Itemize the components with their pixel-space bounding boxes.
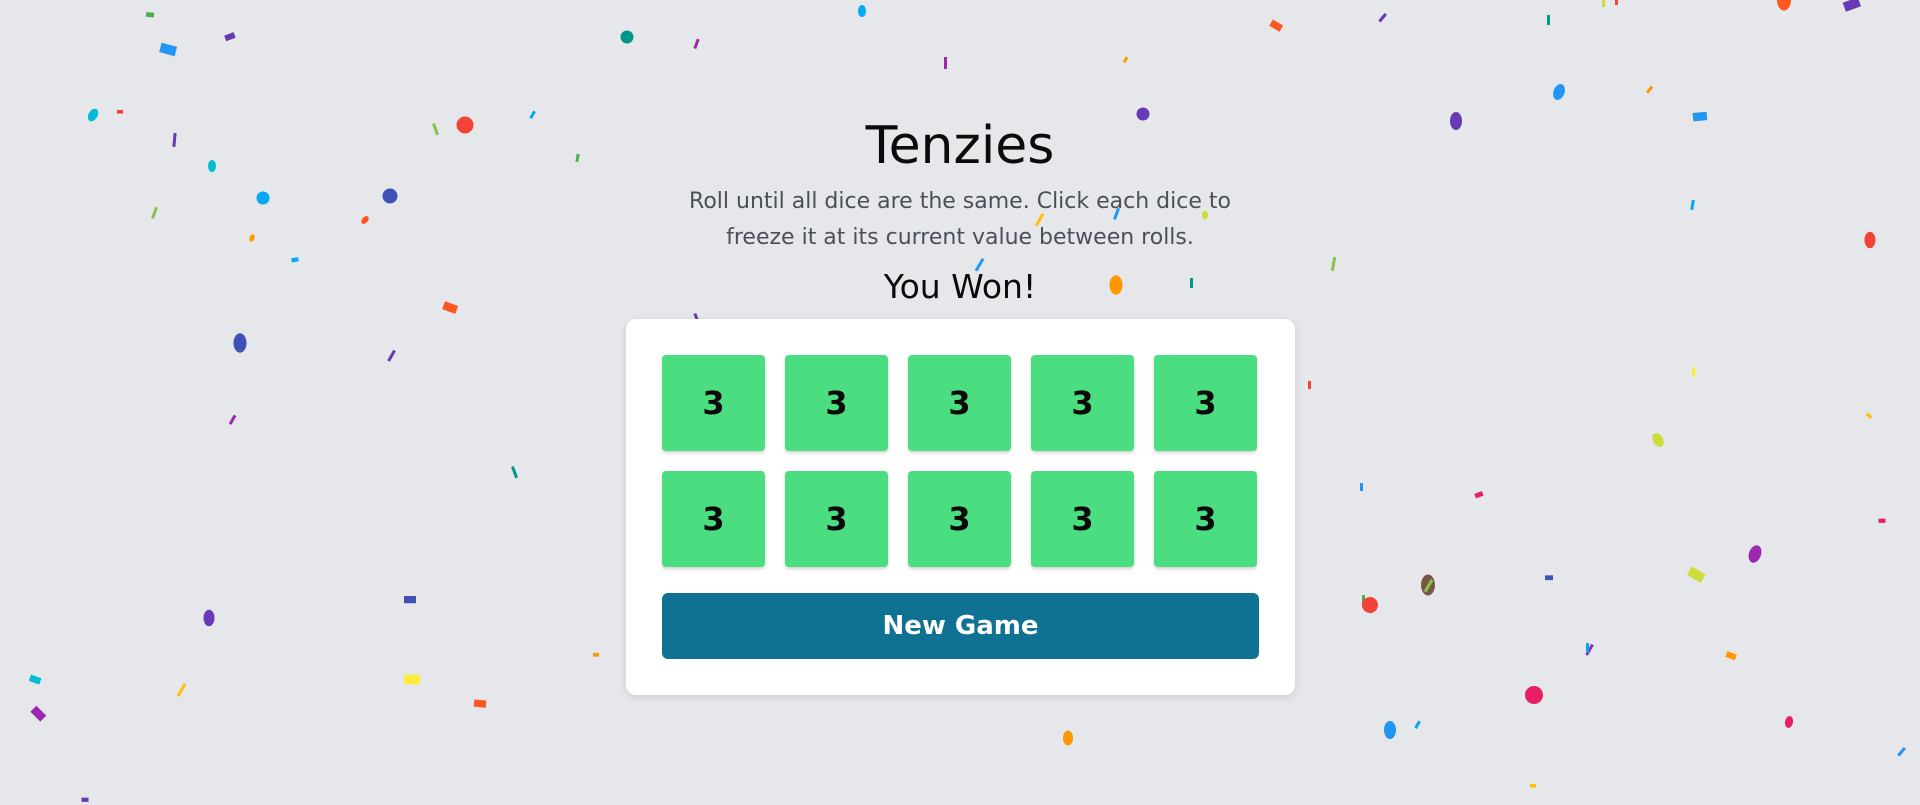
confetti-piece xyxy=(1423,578,1434,593)
confetti-piece xyxy=(1384,721,1396,739)
die-value: 3 xyxy=(948,500,971,538)
confetti-piece xyxy=(1784,716,1794,728)
confetti-piece xyxy=(1362,597,1378,613)
confetti-piece xyxy=(1308,381,1311,389)
header: Tenzies Roll until all dice are the same… xyxy=(0,110,1920,312)
die-4[interactable]: 3 xyxy=(1031,355,1134,451)
confetti-piece xyxy=(176,682,187,697)
confetti-piece xyxy=(1421,574,1435,596)
die-8[interactable]: 3 xyxy=(908,471,1011,567)
confetti-piece xyxy=(28,674,42,685)
confetti-piece xyxy=(858,5,866,17)
confetti-piece xyxy=(1645,85,1654,94)
game-panel: 3 3 3 3 3 3 3 3 3 3 New Game xyxy=(626,319,1295,695)
confetti-piece xyxy=(1602,0,1605,7)
confetti-piece xyxy=(1842,0,1861,12)
confetti-piece xyxy=(511,466,518,479)
confetti-piece xyxy=(1545,575,1553,581)
confetti-piece xyxy=(1553,84,1565,100)
die-1[interactable]: 3 xyxy=(662,355,765,451)
confetti-piece xyxy=(1652,433,1664,447)
die-7[interactable]: 3 xyxy=(785,471,888,567)
confetti-piece xyxy=(224,32,236,42)
die-10[interactable]: 3 xyxy=(1154,471,1257,567)
die-value: 3 xyxy=(702,500,725,538)
new-game-button[interactable]: New Game xyxy=(662,593,1259,659)
confetti-piece xyxy=(203,609,215,627)
confetti-piece xyxy=(387,349,396,362)
confetti-piece xyxy=(1362,595,1365,605)
die-value: 3 xyxy=(948,384,971,422)
confetti-piece xyxy=(145,11,155,18)
confetti-piece xyxy=(1777,0,1791,11)
confetti-piece xyxy=(1063,730,1073,746)
instructions-text: Roll until all dice are the same. Click … xyxy=(689,189,1231,250)
confetti-piece xyxy=(1585,643,1594,656)
confetti-piece xyxy=(159,42,178,57)
confetti-piece xyxy=(1474,491,1484,499)
confetti-piece xyxy=(1725,651,1737,661)
confetti-piece xyxy=(1865,412,1873,420)
confetti-piece xyxy=(1615,0,1618,5)
die-value: 3 xyxy=(825,500,848,538)
die-6[interactable]: 3 xyxy=(662,471,765,567)
die-value: 3 xyxy=(1071,500,1094,538)
confetti-piece xyxy=(1878,518,1886,523)
confetti-piece xyxy=(1692,367,1695,377)
confetti-piece xyxy=(1897,746,1906,757)
confetti-piece xyxy=(404,674,420,685)
confetti-piece xyxy=(1360,483,1363,491)
confetti-piece xyxy=(693,38,700,50)
die-value: 3 xyxy=(1194,384,1217,422)
confetti-piece xyxy=(593,653,599,657)
win-status: You Won! xyxy=(883,267,1037,306)
page-title: Tenzies xyxy=(865,116,1055,176)
confetti-piece xyxy=(404,596,416,604)
die-value: 3 xyxy=(825,384,848,422)
confetti-piece xyxy=(1686,566,1706,583)
confetti-piece xyxy=(1122,56,1129,64)
confetti-piece xyxy=(228,414,237,425)
confetti-piece xyxy=(1586,643,1589,653)
confetti-piece xyxy=(1525,686,1543,704)
die-2[interactable]: 3 xyxy=(785,355,888,451)
die-3[interactable]: 3 xyxy=(908,355,1011,451)
confetti-piece xyxy=(1530,784,1536,788)
confetti-piece xyxy=(1748,545,1762,563)
confetti-piece xyxy=(233,333,247,353)
die-9[interactable]: 3 xyxy=(1031,471,1134,567)
die-5[interactable]: 3 xyxy=(1154,355,1257,451)
confetti-piece xyxy=(30,705,47,722)
confetti-piece xyxy=(1547,15,1550,25)
confetti-piece xyxy=(1414,720,1421,729)
die-value: 3 xyxy=(1071,384,1094,422)
confetti-piece xyxy=(944,57,947,69)
confetti-piece xyxy=(1378,12,1387,23)
confetti-piece xyxy=(1269,19,1284,32)
die-value: 3 xyxy=(702,384,725,422)
dice-grid: 3 3 3 3 3 3 3 3 3 3 xyxy=(662,355,1257,567)
die-value: 3 xyxy=(1194,500,1217,538)
confetti-piece xyxy=(81,797,89,802)
confetti-piece xyxy=(473,699,487,708)
confetti-piece xyxy=(620,30,634,44)
